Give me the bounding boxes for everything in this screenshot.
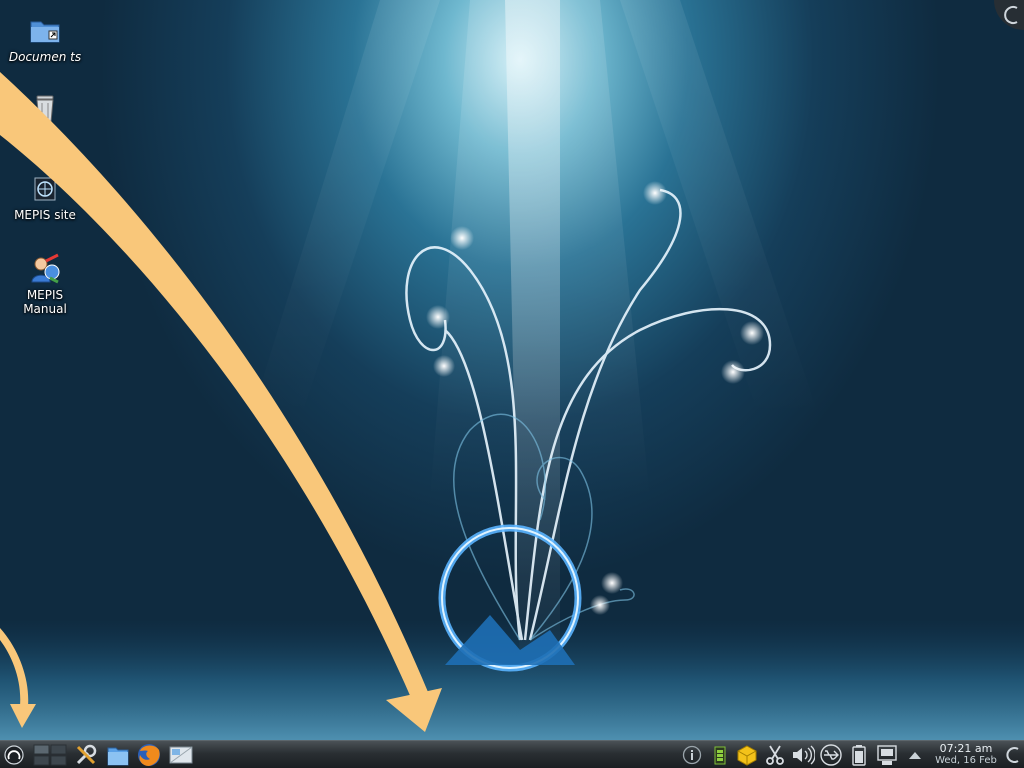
tray-volume[interactable] <box>790 742 816 768</box>
volume-icon <box>793 745 815 765</box>
panel-toolbox-button[interactable] <box>1002 742 1024 768</box>
firefox-launcher[interactable] <box>134 742 164 768</box>
show-desktop-icon <box>169 746 193 764</box>
kde-menu-icon <box>4 745 24 765</box>
taskbar-panel: 07:21 am Wed, 16 Feb <box>0 740 1024 768</box>
desktop-icon-label: MEPIS Manual <box>23 288 67 316</box>
pager-icon <box>33 744 67 766</box>
tray-expand-button[interactable] <box>904 742 926 768</box>
help-manual-icon <box>31 253 60 284</box>
desktop-icon-label: Trash <box>29 128 61 142</box>
battery-monitor-icon <box>714 746 726 765</box>
file-manager-launcher[interactable] <box>104 742 132 768</box>
trash-icon <box>36 95 54 123</box>
tray-klipper[interactable] <box>762 742 788 768</box>
battery-icon <box>852 745 866 766</box>
panel-toolbox-icon <box>1006 747 1019 763</box>
desktop-icon-label: MEPIS site <box>14 208 76 222</box>
tray-battery-monitor[interactable] <box>708 742 732 768</box>
info-icon <box>682 745 702 765</box>
network-icon <box>877 745 897 765</box>
klipper-scissors-icon <box>766 745 784 765</box>
tray-package-updater[interactable] <box>734 742 760 768</box>
tray-info-button[interactable] <box>680 742 704 768</box>
desktop-icon-trash[interactable]: Trash <box>5 92 85 142</box>
desktop-icon-documents[interactable]: Documen ts <box>5 14 85 64</box>
clock-date: Wed, 16 Feb <box>935 755 997 766</box>
system-settings-icon <box>76 744 97 765</box>
application-launcher-button[interactable] <box>2 742 26 768</box>
firefox-icon <box>138 744 160 766</box>
desktop-wallpaper <box>0 0 1024 740</box>
digital-clock[interactable]: 07:21 am Wed, 16 Feb <box>930 742 1002 768</box>
tray-battery[interactable] <box>846 742 872 768</box>
tray-device-notifier[interactable] <box>818 742 844 768</box>
package-updater-icon <box>737 745 757 766</box>
desktop-toolbox-button[interactable] <box>994 0 1024 30</box>
show-desktop-button[interactable] <box>166 742 196 768</box>
tray-expand-icon <box>909 752 921 759</box>
pager-widget[interactable] <box>32 742 68 768</box>
usb-device-icon <box>820 744 842 766</box>
desktop-icon-mepis-site[interactable]: MEPIS site <box>5 172 85 222</box>
tray-network[interactable] <box>874 742 900 768</box>
system-settings-launcher[interactable] <box>72 742 100 768</box>
clock-time: 07:21 am <box>939 742 993 755</box>
folder-icon <box>30 21 60 43</box>
desktop-icon-mepis-manual[interactable]: MEPIS Manual <box>5 252 85 316</box>
desktop-icon-label: Documen ts <box>8 50 82 64</box>
file-manager-icon <box>107 747 129 766</box>
web-link-icon <box>34 177 56 201</box>
